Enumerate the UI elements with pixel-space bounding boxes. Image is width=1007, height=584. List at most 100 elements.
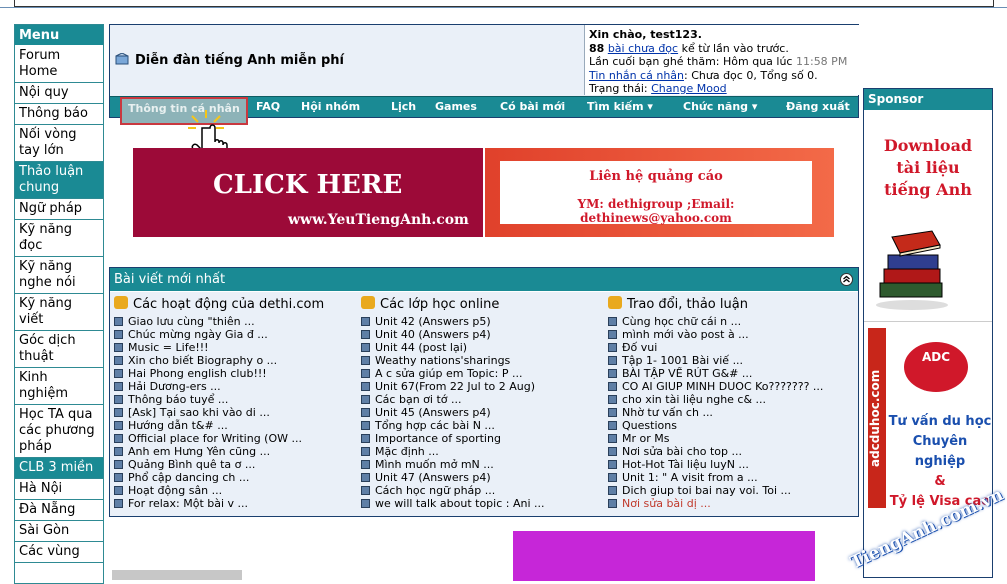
post-title: Official place for Writing (OW ... (128, 432, 302, 445)
post-link[interactable]: Music = Life!!! (114, 341, 359, 354)
menu-item[interactable]: Kinh nghiệm (15, 368, 103, 405)
menu-item[interactable]: Kỹ năng viết (15, 294, 103, 331)
post-link[interactable]: Weathy nations'sharings (361, 354, 606, 367)
menu-item[interactable]: Học TA qua các phương pháp (15, 405, 103, 458)
menu-item[interactable]: Nội quy (15, 83, 103, 104)
post-link[interactable]: Mình muốn mở mN ... (361, 458, 606, 471)
nav-faq[interactable]: FAQ (256, 100, 280, 113)
post-link[interactable]: Thông báo tuyể ... (114, 393, 359, 406)
download-ad-text[interactable]: Download tài liệu tiếng Anh (864, 135, 992, 201)
nav-search[interactable]: Tìm kiếm ▾ (587, 100, 653, 113)
post-link[interactable]: Mr or Ms (608, 432, 853, 445)
post-title: Weathy nations'sharings (375, 354, 511, 367)
post-link[interactable]: Hai Phong english club!!! (114, 367, 359, 380)
post-bullet-icon (608, 421, 617, 430)
menu-item[interactable]: Ngữ pháp (15, 199, 103, 220)
nav-calendar[interactable]: Lịch (391, 100, 416, 113)
bottom-ad-block[interactable] (513, 531, 815, 581)
post-link[interactable]: Official place for Writing (OW ... (114, 432, 359, 445)
post-link[interactable]: Hải Dương-ers ... (114, 380, 359, 393)
post-link[interactable]: Tổng hợp các bài N ... (361, 419, 606, 432)
post-link[interactable]: Mặc định ... (361, 445, 606, 458)
advertise-title: Liên hệ quảng cáo (589, 169, 723, 184)
post-link[interactable]: Nơi sửa bài cho top ... (608, 445, 853, 458)
advertise-contact-banner[interactable]: Liên hệ quảng cáo YM: dethigroup ;Email:… (485, 148, 834, 237)
collapse-icon[interactable] (840, 273, 853, 286)
menu-item[interactable]: Thông báo (15, 104, 103, 125)
post-link[interactable]: Anh em Hưng Yên cũng ... (114, 445, 359, 458)
menu-item[interactable]: Forum Home (15, 46, 103, 83)
post-title: Cách học ngữ pháp ... (375, 484, 496, 497)
menu-item[interactable]: CLB 3 miền (15, 458, 103, 479)
post-link[interactable]: Phổ cập dancing ch ... (114, 471, 359, 484)
post-link[interactable]: Cùng học chữ cái n ... (608, 315, 853, 328)
post-link[interactable]: Hoạt động sân ... (114, 484, 359, 497)
post-link[interactable]: Hướng dẫn t&# ... (114, 419, 359, 432)
post-bullet-icon (114, 408, 123, 417)
post-link[interactable]: Questions (608, 419, 853, 432)
post-title: Tổng hợp các bài N ... (375, 419, 495, 432)
adc-study-abroad-ad[interactable]: adcduhoc.com ADC Tư vấn du học Chuyên ng… (864, 321, 992, 521)
post-link[interactable]: Nhờ tư vấn ch ... (608, 406, 853, 419)
post-bullet-icon (114, 382, 123, 391)
post-title: Xin cho biết Biography o ... (128, 354, 278, 367)
post-link[interactable]: A c sửa giúp em Topic: P ... (361, 367, 606, 380)
post-link[interactable]: mình mới vào post à ... (608, 328, 853, 341)
private-messages-link[interactable]: Tin nhắn cá nhân (589, 69, 684, 82)
adc-side-url: adcduhoc.com (868, 328, 886, 508)
nav-games[interactable]: Games (435, 100, 477, 113)
post-link[interactable]: we will talk about topic : Ani ... (361, 497, 606, 510)
post-link[interactable]: BÀI TẬP VỀ RÚT G&# ... (608, 367, 853, 380)
post-bullet-icon (361, 343, 370, 352)
post-link[interactable]: Giao lưu cùng "thiên ... (114, 315, 359, 328)
menu-item[interactable]: Các vùng (15, 542, 103, 563)
menu-item[interactable]: Hà Nội (15, 479, 103, 500)
post-link[interactable]: Unit 42 (Answers p5) (361, 315, 606, 328)
post-link[interactable]: Unit 45 (Answers p4) (361, 406, 606, 419)
menu-item[interactable]: Sài Gòn (15, 521, 103, 542)
menu-item[interactable]: Kỹ năng nghe nói (15, 257, 103, 294)
post-title: Mặc định ... (375, 445, 439, 458)
post-link[interactable]: Nơi sửa bài dị ... (608, 497, 853, 510)
forum-title[interactable]: Diễn đàn tiếng Anh miễn phí (115, 52, 344, 68)
post-link[interactable]: [Ask] Tại sao khi vào di ... (114, 406, 359, 419)
unread-suffix: kể từ lần vào trước. (681, 41, 789, 55)
nav-new-posts[interactable]: Có bài mới (500, 100, 565, 113)
post-bullet-icon (608, 408, 617, 417)
post-link[interactable]: Unit 67(From 22 Jul to 2 Aug) (361, 380, 606, 393)
post-link[interactable]: Xin cho biết Biography o ... (114, 354, 359, 367)
post-link[interactable]: Tập 1- 1001 Bài viế ... (608, 354, 853, 367)
menu-item[interactable]: Nối vòng tay lớn (15, 125, 103, 162)
post-link[interactable]: cho xin tài liệu nghe c& ... (608, 393, 853, 406)
post-link[interactable]: Dich giup toi bai nay voi. Toi ... (608, 484, 853, 497)
post-link[interactable]: Unit 40 (Answers p4) (361, 328, 606, 341)
unread-posts-link[interactable]: bài chưa đọc (608, 42, 678, 55)
nav-logout[interactable]: Đăng xuất (786, 100, 850, 113)
post-link[interactable]: Unit 47 (Answers p4) (361, 471, 606, 484)
post-title: Unit 45 (Answers p4) (375, 406, 491, 419)
post-link[interactable]: Quảng Bình quê ta ơ ... (114, 458, 359, 471)
post-title: Unit 67(From 22 Jul to 2 Aug) (375, 380, 535, 393)
post-title: Unit 42 (Answers p5) (375, 315, 491, 328)
post-bullet-icon (114, 317, 123, 326)
post-link[interactable]: Hot-Hot Tài liệu luyN ... (608, 458, 853, 471)
click-here-banner[interactable]: CLICK HERE www.YeuTiengAnh.com (133, 148, 483, 237)
post-link[interactable]: Cách học ngữ pháp ... (361, 484, 606, 497)
post-link[interactable]: Đố vui (608, 341, 853, 354)
change-mood-link[interactable]: Change Mood (651, 82, 727, 95)
post-link[interactable]: Các bạn ơi tớ ... (361, 393, 606, 406)
post-link[interactable]: Importance of sporting (361, 432, 606, 445)
post-link[interactable]: For relax: Một bài v ... (114, 497, 359, 510)
post-link[interactable]: Unit 1: " A visit from a ... (608, 471, 853, 484)
post-link[interactable]: Unit 44 (post lại) (361, 341, 606, 354)
menu-item[interactable]: Thảo luận chung (15, 162, 103, 199)
menu-item[interactable]: Đà Nẵng (15, 500, 103, 521)
post-link[interactable]: Chúc mừng ngày Gia đ ... (114, 328, 359, 341)
post-title: A c sửa giúp em Topic: P ... (375, 367, 523, 380)
menu-item[interactable]: Góc dịch thuật (15, 331, 103, 368)
nav-functions[interactable]: Chức năng ▾ (683, 100, 757, 113)
post-bullet-icon (114, 395, 123, 404)
menu-item[interactable]: Kỹ năng đọc (15, 220, 103, 257)
post-link[interactable]: CO AI GIUP MINH DUOC Ko??????? ... (608, 380, 853, 393)
nav-groups[interactable]: Hội nhóm (301, 100, 360, 113)
